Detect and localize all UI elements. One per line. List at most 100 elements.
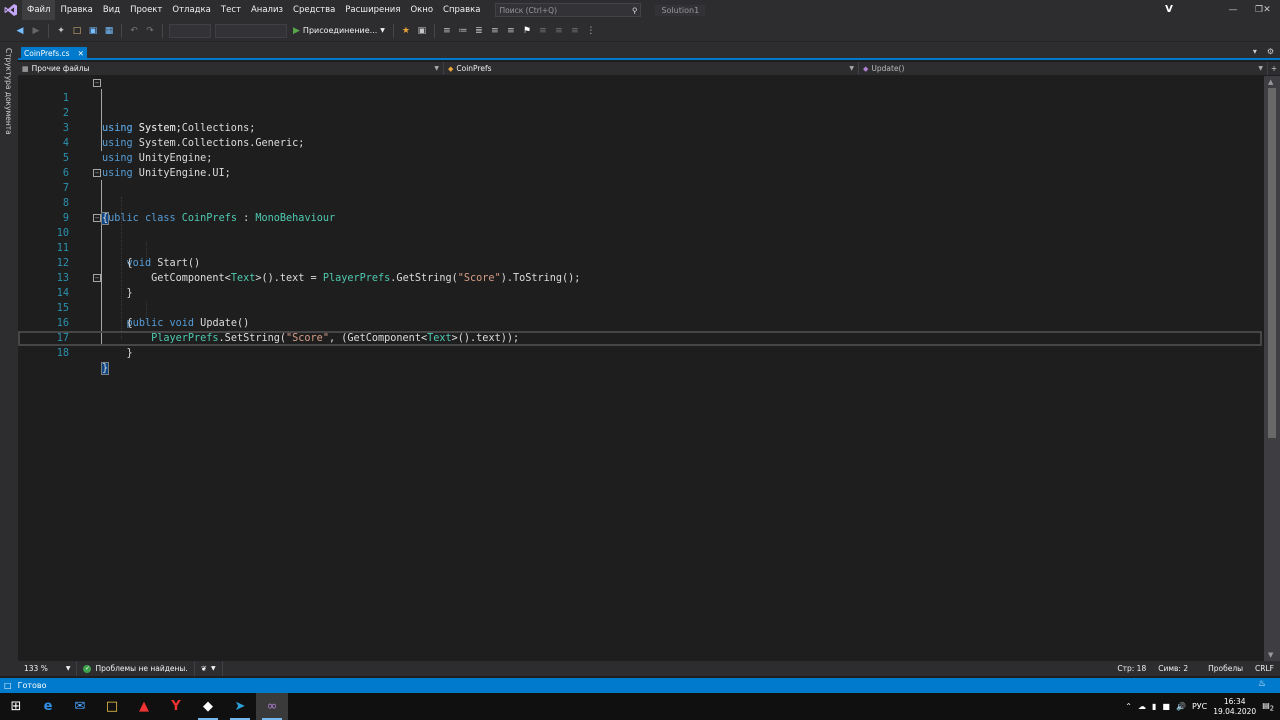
telegram-icon[interactable]: ➤ [224,693,256,720]
next-bookmark-icon[interactable]: ≡ [552,24,566,38]
hot-reload-icon[interactable]: ★ [399,24,413,38]
collapse-icon[interactable]: − [93,79,101,87]
whitespace-mode[interactable]: Пробелы [1194,664,1249,673]
scrollbar-thumb[interactable] [1268,88,1276,438]
save-icon[interactable]: ▣ [86,24,100,38]
code-line[interactable]: 2 using System.Collections; [18,91,1264,134]
code-line[interactable]: 10 − void Start() [18,211,1264,269]
file-explorer-icon[interactable]: □ [96,693,128,720]
notification-bell-icon[interactable]: ♨ [1258,679,1266,689]
scroll-down-icon[interactable]: ▼ [1268,651,1273,659]
menu-edit[interactable]: Правка [55,0,97,20]
visual-studio-taskbar-icon[interactable]: ∞ [256,693,288,720]
code-line[interactable]: 14 − public void Update() [18,271,1264,329]
edge-browser-icon[interactable]: e [32,693,64,720]
menu-help[interactable]: Справка [438,0,485,20]
column-position[interactable]: Симв: 2 [1152,664,1194,673]
step-out-icon[interactable]: ≣ [472,24,486,38]
mail-icon[interactable]: ✉ [64,693,96,720]
document-outline-tab[interactable]: Структура документа [4,48,13,135]
windows-start-icon[interactable]: ⊞ [0,693,32,720]
menu-view[interactable]: Вид [98,0,125,20]
code-line[interactable]: 9 [18,196,1264,224]
tab-list-icon[interactable]: ▾ [1253,47,1257,56]
code-line[interactable]: 6 [18,151,1264,179]
network-icon[interactable]: ■ [1162,702,1170,711]
code-line[interactable]: 11 { [18,226,1264,269]
yandex-browser-icon[interactable]: Y [160,693,192,720]
code-line[interactable]: 13 } [18,256,1264,299]
configuration-select[interactable] [169,23,211,38]
vertical-scrollbar[interactable]: ▲ ▼ [1264,76,1280,661]
minimize-button[interactable] [1221,0,1247,20]
code-editor[interactable]: 1 − using System; 2 using System.Collect… [18,76,1264,661]
menu-file[interactable]: Файл [22,0,56,20]
menu-debug[interactable]: Отладка [167,0,216,20]
menu-analyze[interactable]: Анализ [246,0,288,20]
collapse-icon[interactable]: − [93,274,101,282]
back-icon[interactable]: ◀ [13,24,27,38]
menu-project[interactable]: Проект [125,0,167,20]
new-project-icon[interactable]: ✦ [54,24,68,38]
close-tab-icon[interactable]: ✕ [78,49,84,58]
output-window-icon[interactable]: □ [4,681,12,690]
clock[interactable]: 16:34 19.04.2020 [1213,697,1256,717]
language-indicator[interactable]: РУС [1192,702,1207,711]
platform-select[interactable] [215,23,287,38]
settings-icon[interactable]: ⚙ [1267,47,1274,56]
menu-tools[interactable]: Средства [288,0,340,20]
code-line[interactable]: 3 using System.Collections.Generic; [18,106,1264,149]
class-dropdown[interactable]: ◆ CoinPrefs ▼ [444,62,859,75]
redo-icon[interactable]: ↷ [143,24,157,38]
project-dropdown[interactable]: ▦ Прочие файлы ▼ [18,62,444,75]
search-input[interactable]: Поиск (Ctrl+Q) ⚲ [495,3,642,17]
code-line[interactable]: 8 { [18,181,1264,225]
menu-test[interactable]: Тест [216,0,246,20]
toolbar-overflow-icon[interactable]: ⋮ [584,24,598,38]
line-position[interactable]: Стр: 18 [1111,664,1152,673]
undo-icon[interactable]: ↶ [127,24,141,38]
member-dropdown[interactable]: ◆ Update() ▼ [859,62,1268,75]
screenshot-icon[interactable]: ▣ [415,24,429,38]
action-center-icon[interactable]: ▤2 [1262,701,1274,713]
open-folder-icon[interactable]: □ [70,24,84,38]
show-hidden-icons-icon[interactable]: ⌃ [1125,702,1132,711]
step-over-icon[interactable]: ≡ [440,24,454,38]
code-line[interactable]: 4 using UnityEngine; [18,121,1264,164]
collapse-icon[interactable]: − [93,169,101,177]
attach-button[interactable]: ▶ Присоединение... ▼ [293,26,385,36]
close-icon[interactable]: ✕ [1254,0,1280,20]
yandex-icon[interactable]: ▲ [128,693,160,720]
current-code-line[interactable]: 18 } [18,331,1262,375]
bookmark-icon[interactable]: ⚑ [520,24,534,38]
menu-window[interactable]: Окно [405,0,438,20]
zoom-dropdown[interactable]: 133 % ▼ [18,661,78,676]
code-line[interactable]: 1 − using System; [18,76,1264,134]
save-all-icon[interactable]: ▦ [102,24,116,38]
clear-bookmarks-icon[interactable]: ≡ [568,24,582,38]
volume-icon[interactable]: 🔊 [1176,702,1186,711]
line-ending[interactable]: CRLF [1249,664,1280,673]
problems-indicator[interactable]: ✓ Проблемы не найдены. [77,661,195,676]
code-cleanup-button[interactable]: ❦ ▼ [195,661,223,676]
battery-icon[interactable]: ▮ [1152,702,1156,711]
split-editor-icon[interactable]: + [1268,64,1280,73]
unity-icon[interactable]: ◆ [192,693,224,720]
code-line[interactable]: 7 − public class CoinPrefs : MonoBehavio… [18,166,1264,224]
outdent-icon[interactable]: ≡ [504,24,518,38]
forward-icon[interactable]: ▶ [29,24,43,38]
code-line[interactable]: 16 PlayerPrefs.SetString("Score", (GetCo… [18,301,1264,344]
tab-coinprefs[interactable]: CoinPrefs.cs ✕ [21,47,87,59]
code-line[interactable]: 17 } [18,316,1264,359]
prev-bookmark-icon[interactable]: ≡ [536,24,550,38]
code-line[interactable]: 12 GetComponent<Text>().text = PlayerPre… [18,241,1264,284]
menu-extensions[interactable]: Расширения [340,0,405,20]
collapse-icon[interactable]: − [93,214,101,222]
user-avatar[interactable]: V [1162,3,1176,17]
scroll-up-icon[interactable]: ▲ [1268,78,1273,86]
step-into-icon[interactable]: ≔ [456,24,470,38]
code-line[interactable]: 5 using UnityEngine.UI; [18,136,1264,179]
indent-icon[interactable]: ≡ [488,24,502,38]
code-line[interactable]: 15 { [18,286,1264,329]
onedrive-icon[interactable]: ☁ [1138,702,1146,711]
